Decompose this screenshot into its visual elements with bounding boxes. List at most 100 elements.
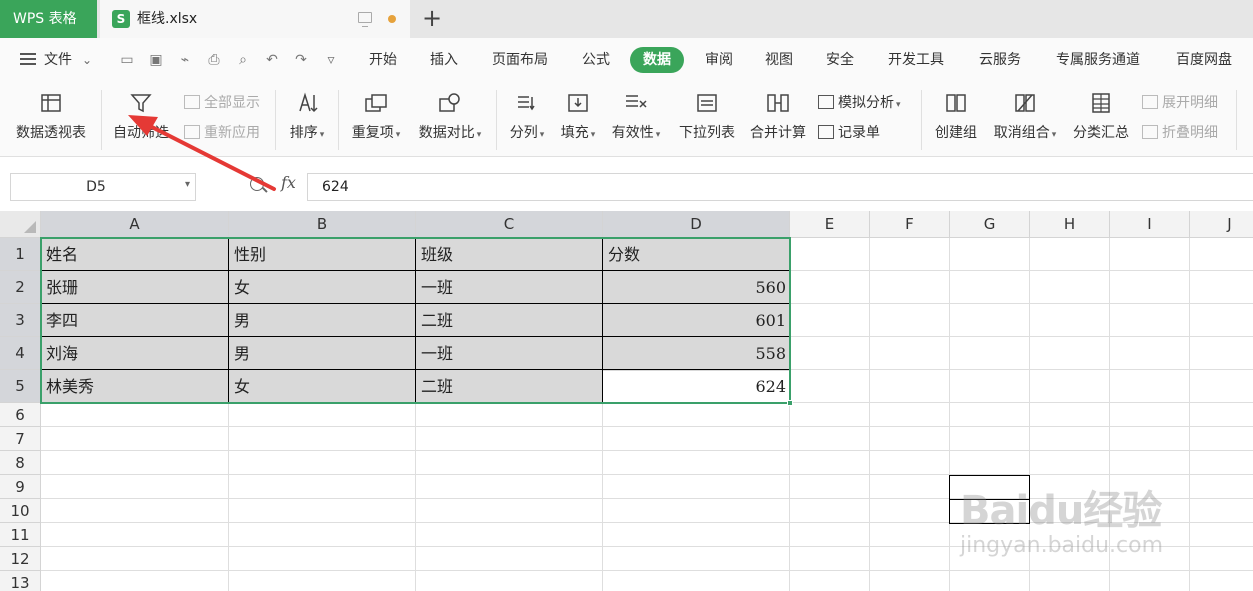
grid-line	[41, 426, 1253, 427]
ribbon: 数据透视表 自动筛选 全部显示 重新应用 排序 重复项 数据对比 分列 填充 有…	[0, 82, 1253, 157]
consolidate-icon	[767, 94, 789, 112]
tab-data[interactable]: 数据	[630, 47, 684, 73]
tab-view[interactable]: 视图	[756, 47, 802, 73]
ribbon-divider	[275, 90, 276, 150]
sort-button[interactable]: 排序	[280, 82, 334, 157]
tab-security[interactable]: 安全	[817, 47, 863, 73]
chevron-down-icon[interactable]: ▾	[185, 179, 190, 190]
row-header-10[interactable]: 10	[0, 499, 41, 523]
print-preview-icon[interactable]: ⌕	[234, 51, 252, 69]
duplicates-button[interactable]: 重复项	[346, 82, 406, 157]
validity-button[interactable]: 有效性	[606, 82, 666, 157]
column-header-a[interactable]: A	[41, 211, 229, 238]
row-header-12[interactable]: 12	[0, 547, 41, 571]
pivot-table-button[interactable]: 数据透视表	[8, 82, 94, 157]
open-folder-icon[interactable]: ▭	[118, 51, 136, 69]
ribbon-divider	[101, 90, 102, 150]
redo-icon[interactable]: ↷	[292, 51, 310, 69]
undo-icon[interactable]: ↶	[263, 51, 281, 69]
row-header-7[interactable]: 7	[0, 427, 41, 451]
document-tab[interactable]: S 框线.xlsx	[100, 0, 410, 38]
dropdown-list-icon	[697, 94, 717, 112]
autofilter-button[interactable]: 自动筛选	[108, 82, 174, 157]
format-painter-icon[interactable]: ⌁	[176, 51, 194, 69]
monitor-icon[interactable]	[358, 12, 372, 27]
subtotal-label: 分类汇总	[1073, 125, 1129, 141]
chevron-down-icon[interactable]: ⌄	[82, 53, 92, 67]
tab-cloud[interactable]: 云服务	[969, 47, 1031, 73]
name-box[interactable]: D5 ▾	[10, 173, 196, 201]
row-header-8[interactable]: 8	[0, 451, 41, 475]
row-header-2[interactable]: 2	[0, 271, 41, 304]
record-form-button[interactable]: 记录单	[818, 122, 880, 142]
app-tab[interactable]: WPS 表格	[0, 0, 97, 38]
column-header-j[interactable]: J	[1190, 211, 1253, 238]
print-icon[interactable]: ⎙	[205, 51, 223, 69]
ungroup-button[interactable]: 取消组合	[988, 82, 1062, 157]
what-if-analysis-button[interactable]: 模拟分析	[818, 92, 901, 112]
grid-line	[41, 570, 1253, 571]
new-tab-button[interactable]: +	[422, 4, 442, 32]
column-header-d[interactable]: D	[603, 211, 790, 238]
grid-line	[949, 238, 950, 591]
document-tab-title: 框线.xlsx	[137, 11, 198, 27]
column-header-b[interactable]: B	[229, 211, 416, 238]
title-bar: WPS 表格 S 框线.xlsx +	[0, 0, 1253, 38]
validity-icon	[626, 95, 647, 108]
tab-insert[interactable]: 插入	[421, 47, 467, 73]
column-header-f[interactable]: F	[870, 211, 950, 238]
create-group-button[interactable]: 创建组	[928, 82, 984, 157]
row-header-9[interactable]: 9	[0, 475, 41, 499]
tab-formulas[interactable]: 公式	[573, 47, 619, 73]
dropdown-list-label: 下拉列表	[679, 125, 735, 141]
customize-toolbar-icon[interactable]: ▿	[322, 51, 340, 69]
file-menu[interactable]: 文件	[44, 38, 72, 82]
tab-developer[interactable]: 开发工具	[878, 47, 954, 73]
fill-down-icon	[568, 94, 588, 112]
column-header-h[interactable]: H	[1030, 211, 1110, 238]
subtotal-button[interactable]: 分类汇总	[1068, 82, 1134, 157]
column-header-e[interactable]: E	[790, 211, 870, 238]
row-header-11[interactable]: 11	[0, 523, 41, 547]
row-header-3[interactable]: 3	[0, 304, 41, 337]
formula-input[interactable]: 624	[307, 173, 1253, 201]
ribbon-divider	[921, 90, 922, 150]
column-header-c[interactable]: C	[416, 211, 603, 238]
row-header-1[interactable]: 1	[0, 238, 41, 271]
row-header-4[interactable]: 4	[0, 337, 41, 370]
consolidate-button[interactable]: 合并计算	[746, 82, 810, 157]
split-columns-button[interactable]: 分列	[504, 82, 550, 157]
row-header-6[interactable]: 6	[0, 403, 41, 427]
tab-dedicated-service[interactable]: 专属服务通道	[1046, 47, 1150, 73]
column-header-g[interactable]: G	[950, 211, 1030, 238]
row-header-5[interactable]: 5	[0, 370, 41, 403]
show-all-button[interactable]: 全部显示	[184, 92, 260, 112]
grid-line	[869, 238, 870, 591]
dropdown-list-button[interactable]: 下拉列表	[674, 82, 740, 157]
function-icon[interactable]: fx	[281, 173, 296, 192]
data-compare-icon	[439, 93, 460, 112]
zoom-icon[interactable]	[250, 177, 264, 191]
tab-review[interactable]: 审阅	[696, 47, 742, 73]
fill-handle[interactable]	[787, 400, 793, 406]
collapse-detail-button[interactable]: 折叠明细	[1142, 122, 1218, 142]
column-header-i[interactable]: I	[1110, 211, 1190, 238]
tab-start[interactable]: 开始	[360, 47, 406, 73]
save-icon[interactable]: ▣	[147, 51, 165, 69]
fill-button[interactable]: 填充	[556, 82, 600, 157]
tab-page-layout[interactable]: 页面布局	[484, 47, 556, 73]
menu-bar: 文件 ⌄ ▭ ▣ ⌁ ⎙ ⌕ ↶ ↷ ▿ 开始 插入 页面布局 公式 数据 审阅…	[0, 38, 1253, 82]
split-columns-icon	[518, 96, 535, 111]
sort-icon	[299, 92, 318, 113]
tab-baidu-netdisk[interactable]: 百度网盘	[1168, 47, 1240, 73]
row-header-13[interactable]: 13	[0, 571, 41, 591]
hamburger-icon[interactable]	[20, 53, 36, 68]
reapply-button[interactable]: 重新应用	[184, 122, 260, 142]
data-compare-button[interactable]: 数据对比	[413, 82, 487, 157]
filter-icon	[130, 94, 152, 113]
select-all-corner[interactable]	[0, 211, 41, 238]
collapse-detail-label: 折叠明细	[1162, 125, 1218, 141]
expand-detail-button[interactable]: 展开明细	[1142, 92, 1218, 112]
reapply-label: 重新应用	[204, 125, 260, 141]
spreadsheet-file-icon: S	[112, 10, 130, 28]
